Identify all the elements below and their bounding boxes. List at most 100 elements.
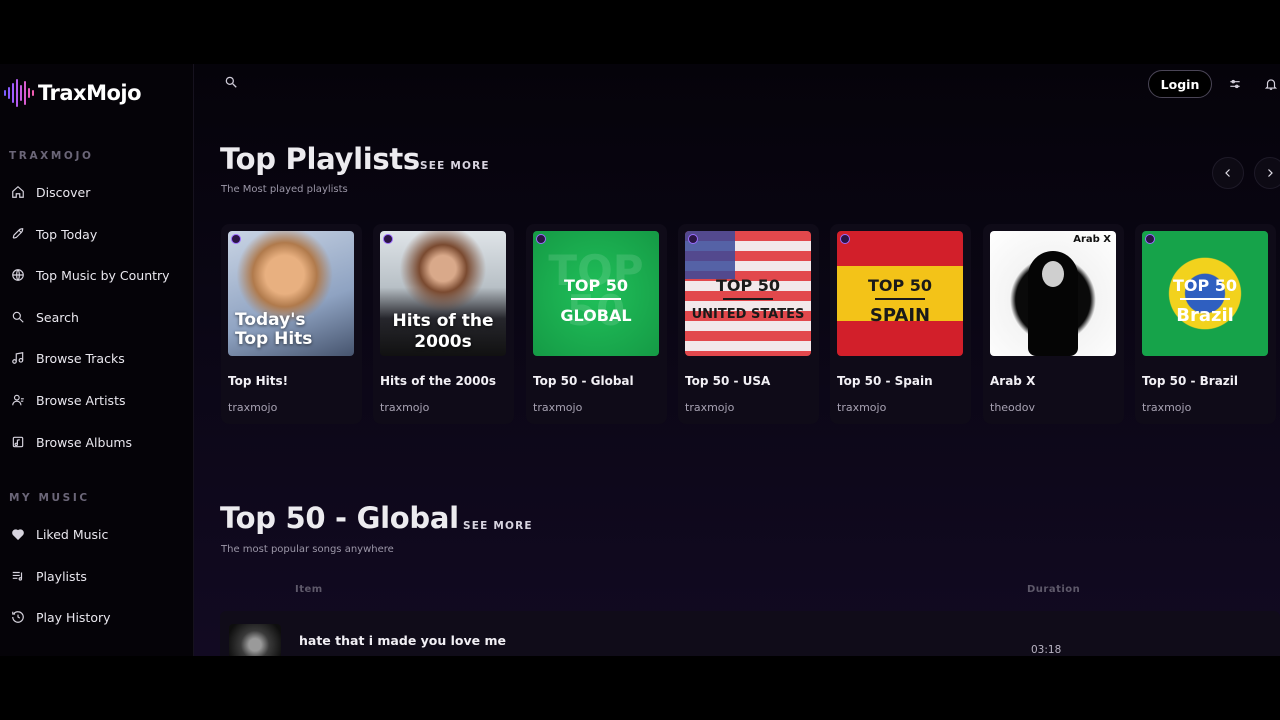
cover-divider xyxy=(571,298,621,300)
soundwave-logo-icon xyxy=(4,79,34,107)
sidebar-item-label: Browse Tracks xyxy=(36,350,125,366)
playlist-cover: Today's Top Hits xyxy=(228,231,354,356)
section-subtitle: The Most played playlists xyxy=(221,184,348,195)
settings-sliders-icon[interactable] xyxy=(1228,76,1244,92)
sidebar-item-discover[interactable]: Discover xyxy=(10,179,190,205)
playlist-title: Top Hits! xyxy=(228,374,289,388)
cover-line: TOP 50 xyxy=(867,276,933,295)
traxmojo-badge-icon xyxy=(840,234,850,244)
playlist-cover: TOP 50 TOP 50 GLOBAL xyxy=(533,231,659,356)
globe-icon xyxy=(10,267,26,283)
cover-line: Top Hits xyxy=(235,329,313,349)
playlist-title: Top 50 - Spain xyxy=(837,374,933,388)
sidebar-section-label: TRAXMOJO xyxy=(9,150,94,162)
sidebar-item-browse-artists[interactable]: Browse Artists xyxy=(10,387,190,413)
search-icon xyxy=(10,309,26,325)
album-icon xyxy=(10,434,26,450)
playlist-title: Hits of the 2000s xyxy=(380,374,496,388)
playlist-author: traxmojo xyxy=(685,401,735,414)
cover-line: GLOBAL xyxy=(560,306,632,325)
playlist-cover: Arab X xyxy=(990,231,1116,356)
history-icon xyxy=(10,609,26,625)
column-header-duration: Duration xyxy=(1027,584,1081,595)
sidebar-item-label: Liked Music xyxy=(36,526,109,542)
playlist-cover: TOP 50 Brazil xyxy=(1142,231,1268,356)
sidebar-item-label: Playlists xyxy=(36,568,87,584)
track-thumbnail xyxy=(229,624,281,656)
sidebar-item-playlists[interactable]: Playlists xyxy=(10,563,190,589)
user-icon xyxy=(10,392,26,408)
cover-line: Brazil xyxy=(1176,305,1234,326)
playlist-card[interactable]: TOP 50 TOP 50 GLOBAL Top 50 - Global tra… xyxy=(526,224,667,424)
traxmojo-badge-icon xyxy=(383,234,393,244)
section-subtitle: The most popular songs anywhere xyxy=(221,544,394,555)
music-note-icon xyxy=(10,350,26,366)
sidebar-item-browse-albums[interactable]: Browse Albums xyxy=(10,429,190,455)
bell-icon[interactable] xyxy=(1264,76,1280,92)
chevron-right-icon xyxy=(1264,164,1276,183)
cover-line: TOP 50 xyxy=(715,276,781,295)
cover-line: SPAIN xyxy=(869,305,931,326)
see-more-link[interactable]: SEE MORE xyxy=(463,520,533,532)
brand-logo[interactable]: TraxMojo xyxy=(4,78,142,108)
cover-line: 2000s xyxy=(414,332,472,352)
cover-divider xyxy=(1180,298,1230,300)
sidebar-item-label: Search xyxy=(36,309,79,325)
sidebar-item-top-today[interactable]: Top Today xyxy=(10,221,190,247)
playlist-card[interactable]: TOP 50 UNITED STATES Top 50 - USA traxmo… xyxy=(678,224,819,424)
playlist-author: traxmojo xyxy=(380,401,430,414)
sidebar-item-label: Top Music by Country xyxy=(36,267,170,283)
cover-divider xyxy=(875,298,925,300)
track-duration: 03:18 xyxy=(1031,644,1062,656)
sidebar-item-search[interactable]: Search xyxy=(10,304,190,330)
search-button[interactable] xyxy=(224,74,244,94)
cover-line: Hits of the xyxy=(392,311,494,331)
sidebar-section-label: MY MUSIC xyxy=(9,492,90,504)
playlist-card[interactable]: Today's Top Hits Top Hits! traxmojo xyxy=(221,224,362,424)
cover-line: UNITED STATES xyxy=(691,307,805,322)
carousel-next-button[interactable] xyxy=(1254,157,1280,189)
sidebar-item-liked-music[interactable]: Liked Music xyxy=(10,521,190,547)
traxmojo-badge-icon xyxy=(536,234,546,244)
playlist-author: theodov xyxy=(990,401,1036,414)
playlist-cover: TOP 50 UNITED STATES xyxy=(685,231,811,356)
playlist-author: traxmojo xyxy=(1142,401,1192,414)
playlist-cover: TOP 50 SPAIN xyxy=(837,231,963,356)
playlist-cover: Hits of the 2000s xyxy=(380,231,506,356)
sidebar-item-label: Browse Artists xyxy=(36,392,126,408)
playlist-title: Top 50 - USA xyxy=(685,374,771,388)
playlist-title: Top 50 - Global xyxy=(533,374,634,388)
artist-face xyxy=(1042,261,1064,287)
sidebar-item-label: Top Today xyxy=(36,226,98,242)
sidebar-item-label: Browse Albums xyxy=(36,434,133,450)
home-icon xyxy=(10,184,26,200)
carousel-prev-button[interactable] xyxy=(1212,157,1244,189)
traxmojo-badge-icon xyxy=(1145,234,1155,244)
table-row[interactable]: hate that i made you love me 03:18 xyxy=(220,611,1280,656)
sidebar-item-play-history[interactable]: Play History xyxy=(10,604,190,630)
sidebar: TraxMojo TRAXMOJO Discover Top Today Top… xyxy=(0,64,194,656)
rocket-icon xyxy=(10,226,26,242)
playlist-icon xyxy=(10,568,26,584)
playlist-author: traxmojo xyxy=(533,401,583,414)
playlist-card[interactable]: Arab X Arab X theodov xyxy=(983,224,1124,424)
track-title: hate that i made you love me xyxy=(299,633,506,648)
app-shell: TraxMojo TRAXMOJO Discover Top Today Top… xyxy=(0,64,1280,656)
section-title-top-50-global: Top 50 - Global xyxy=(220,501,459,535)
playlist-card[interactable]: Hits of the 2000s Hits of the 2000s trax… xyxy=(373,224,514,424)
playlist-author: traxmojo xyxy=(228,401,278,414)
brand-name: TraxMojo xyxy=(38,81,142,105)
cover-line: Arab X xyxy=(1073,234,1111,245)
search-icon xyxy=(224,74,238,93)
login-button[interactable]: Login xyxy=(1148,70,1212,98)
playlist-card[interactable]: TOP 50 Brazil Top 50 - Brazil traxmojo xyxy=(1135,224,1276,424)
chevron-left-icon xyxy=(1222,164,1234,183)
sidebar-item-label: Discover xyxy=(36,184,91,200)
playlist-author: traxmojo xyxy=(837,401,887,414)
sidebar-item-browse-tracks[interactable]: Browse Tracks xyxy=(10,345,190,371)
see-more-link[interactable]: SEE MORE xyxy=(420,160,490,172)
sidebar-item-top-music-by-country[interactable]: Top Music by Country xyxy=(10,262,190,288)
cover-line: TOP 50 xyxy=(563,276,629,295)
playlist-card[interactable]: TOP 50 SPAIN Top 50 - Spain traxmojo xyxy=(830,224,971,424)
section-title-top-playlists: Top Playlists xyxy=(220,142,420,176)
